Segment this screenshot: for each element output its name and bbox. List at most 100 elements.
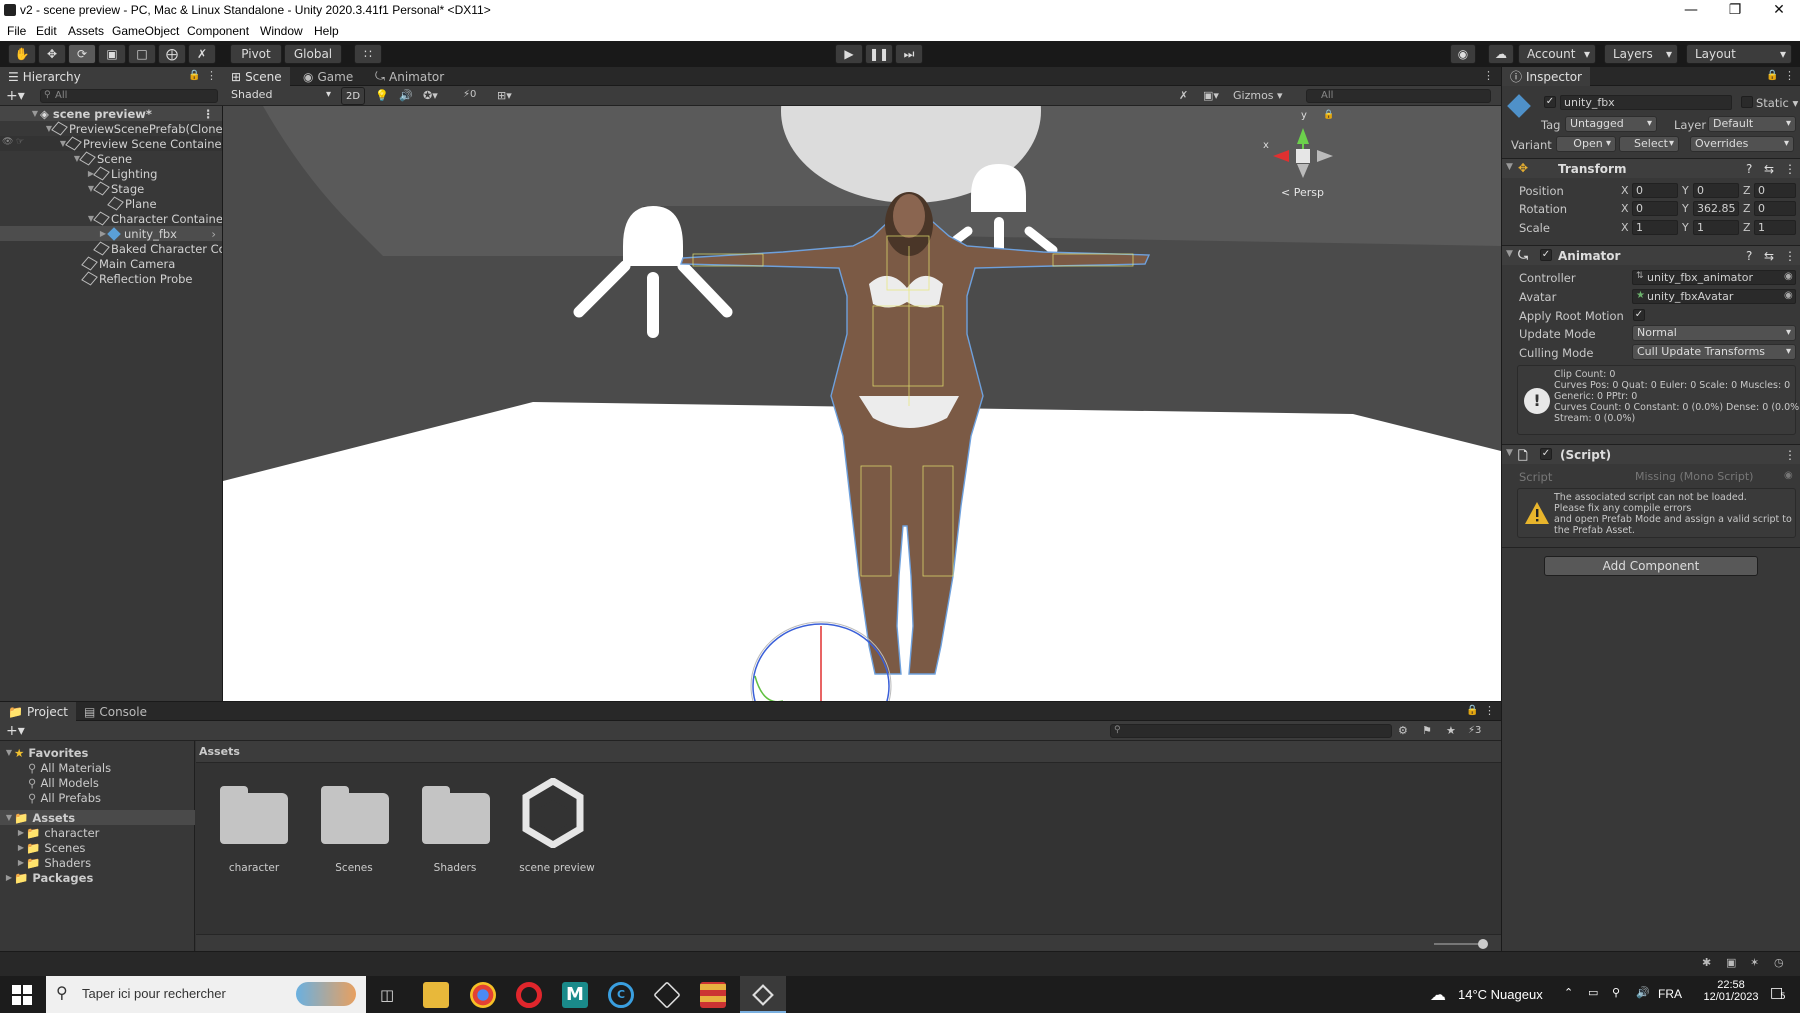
hand-tool-icon[interactable]: ✋	[8, 44, 36, 64]
menu-help[interactable]: Help	[314, 24, 339, 38]
kebab-menu-icon[interactable]: ⋮	[1784, 249, 1796, 263]
move-tool-icon[interactable]: ✥	[38, 44, 66, 64]
rect-tool-icon[interactable]: □	[128, 44, 156, 64]
kebab-menu-icon[interactable]: ⋮	[1784, 69, 1795, 82]
expand-arrow-icon[interactable]: ▼	[4, 748, 14, 757]
layers-dropdown[interactable]: Layers ▾	[1604, 44, 1678, 64]
expand-arrow-icon[interactable]: ▼	[1506, 448, 1513, 458]
unity-hub-icon[interactable]	[653, 981, 681, 1009]
collapse-arrow-icon[interactable]: ▶	[4, 873, 14, 882]
rotation-z-field[interactable]: 0	[1754, 201, 1796, 216]
active-checkbox[interactable]: ✓	[1544, 96, 1556, 108]
winrar-icon[interactable]	[700, 982, 726, 1008]
volume-icon[interactable]: 🔊	[1636, 986, 1650, 999]
scale-tool-icon[interactable]: ▣	[98, 44, 126, 64]
rotation-x-field[interactable]: 0	[1632, 201, 1678, 216]
chevron-right-icon[interactable]: ›	[211, 227, 216, 241]
hierarchy-row-prefab[interactable]: ▼ PreviewScenePrefab(Clone)	[0, 121, 222, 136]
hierarchy-search-input[interactable]: All	[40, 89, 218, 103]
lock-icon[interactable]: 🔒	[188, 70, 200, 81]
expand-arrow-icon[interactable]: ▼	[30, 109, 40, 118]
asset-folder-shaders[interactable]	[422, 786, 490, 844]
icon-size-slider-handle[interactable]	[1478, 939, 1488, 949]
collapse-arrow-icon[interactable]: ▶	[16, 828, 26, 837]
lock-icon[interactable]: 🔒	[1466, 705, 1478, 716]
hierarchy-row-reflection-probe[interactable]: Reflection Probe	[0, 271, 222, 286]
hierarchy-row-baked-character[interactable]: Baked Character Co	[0, 241, 222, 256]
hierarchy-row-stage[interactable]: ▼ Stage	[0, 181, 222, 196]
hierarchy-row-unity-fbx[interactable]: ▶ unity_fbx ›	[0, 226, 222, 241]
file-explorer-icon[interactable]	[423, 982, 449, 1008]
custom-tool-icon[interactable]: ✗	[188, 44, 216, 64]
folder-row-character[interactable]: ▶ 📁 character	[16, 825, 99, 840]
tab-inspector[interactable]: ⓘ Inspector	[1502, 67, 1590, 86]
help-icon[interactable]: ?	[1746, 162, 1752, 176]
pickable-hand-icon[interactable]: ☞	[16, 137, 24, 147]
presets-icon[interactable]: ⇆	[1764, 162, 1774, 176]
cloud-icon[interactable]: ☁	[1488, 44, 1514, 64]
search-by-label-icon[interactable]: ⚑	[1422, 724, 1432, 737]
position-x-field[interactable]: 0	[1632, 183, 1678, 198]
hierarchy-row-lighting[interactable]: ▶ Lighting	[0, 166, 222, 181]
project-search-input[interactable]	[1110, 724, 1392, 738]
grid-toggle-icon[interactable]: ⊞▾	[497, 89, 512, 102]
menu-file[interactable]: File	[7, 24, 26, 38]
taskbar-search-box[interactable]: ⚲ Taper ici pour rechercher	[46, 976, 366, 1013]
tab-animator[interactable]: ⤿ Animator	[367, 67, 452, 86]
avatar-field[interactable]: unity_fbxAvatar	[1632, 289, 1796, 304]
kebab-menu-icon[interactable]: ⋮	[1484, 704, 1495, 717]
clock[interactable]: 22:58 12/01/2023	[1700, 979, 1762, 1003]
battery-icon[interactable]: ▭	[1588, 986, 1598, 999]
hierarchy-row-main-camera[interactable]: Main Camera	[0, 256, 222, 271]
favorite-all-models[interactable]: ⚲ All Models	[28, 775, 99, 790]
tab-console[interactable]: ▤ Console	[76, 702, 155, 721]
asset-folder-character[interactable]	[220, 786, 288, 844]
tab-game[interactable]: ◉ Game	[295, 67, 361, 86]
rotation-y-field[interactable]: 362.85	[1693, 201, 1739, 216]
menu-gameobject[interactable]: GameObject	[112, 24, 179, 38]
help-icon[interactable]: ?	[1746, 249, 1752, 263]
auto-generate-lighting-icon[interactable]: ✶	[1750, 956, 1759, 969]
lock-icon[interactable]: 🔒	[1323, 110, 1334, 120]
transform-tool-icon[interactable]: ⨁	[158, 44, 186, 64]
update-mode-dropdown[interactable]: Normal	[1632, 325, 1796, 341]
scale-x-field[interactable]: 1	[1632, 220, 1678, 235]
favorite-star-icon[interactable]: ★	[1446, 724, 1456, 737]
task-view-icon[interactable]: ◫	[380, 986, 394, 1004]
animator-header[interactable]: ▼ ⤿ ✓ Animator ? ⇆ ⋮	[1502, 245, 1800, 265]
visibility-eye-icon[interactable]: 👁	[2, 137, 13, 147]
camera-icon[interactable]: ▣▾	[1203, 89, 1219, 102]
chevron-up-icon[interactable]: ⌃	[1564, 986, 1573, 999]
hierarchy-row-scene-object[interactable]: ▼ Scene	[0, 151, 222, 166]
unity-editor-taskbar-button[interactable]	[740, 976, 786, 1013]
tab-project[interactable]: 📁 Project	[0, 702, 77, 721]
folder-row-shaders[interactable]: ▶ 📁 Shaders	[16, 855, 91, 870]
culling-mode-dropdown[interactable]: Cull Update Transforms	[1632, 344, 1796, 360]
lighting-bulb-icon[interactable]: 💡	[375, 89, 389, 102]
windows-start-icon[interactable]	[12, 985, 32, 1005]
tools-icon[interactable]: ✗	[1179, 89, 1188, 102]
scene-viewport[interactable]: y x 🔒 < Persp	[223, 106, 1501, 701]
toggle-2d-button[interactable]: 2D	[341, 87, 365, 105]
weather-text[interactable]: 14°C Nuageux	[1458, 987, 1543, 1002]
kebab-menu-icon[interactable]: ⋮	[203, 107, 215, 121]
create-plus-icon[interactable]: +▾	[6, 88, 25, 104]
asset-folder-scenes[interactable]	[321, 786, 389, 844]
rotate-tool-icon[interactable]: ⟳	[68, 44, 96, 64]
overrides-dropdown[interactable]: Overrides	[1690, 136, 1794, 152]
script-header[interactable]: ▼ 🗋 ✓ (Script) ⋮	[1502, 444, 1800, 464]
assets-root-row[interactable]: ▼ 📁 Assets	[0, 810, 195, 825]
cache-server-icon[interactable]: ▣	[1726, 956, 1736, 969]
kebab-menu-icon[interactable]: ⋮	[1784, 162, 1796, 176]
scale-z-field[interactable]: 1	[1754, 220, 1796, 235]
object-picker-icon[interactable]: ◉	[1784, 290, 1793, 301]
step-button[interactable]: ⏭	[895, 44, 923, 64]
lock-icon[interactable]: 🔒	[1766, 70, 1778, 81]
script-enabled-checkbox[interactable]: ✓	[1540, 448, 1552, 460]
presets-icon[interactable]: ⇆	[1764, 249, 1774, 263]
controller-field[interactable]: unity_fbx_animator	[1632, 270, 1796, 285]
favorite-all-materials[interactable]: ⚲ All Materials	[28, 760, 111, 775]
progress-icon[interactable]: ◷	[1774, 956, 1784, 969]
close-icon[interactable]: ✕	[1756, 0, 1800, 21]
create-plus-icon[interactable]: +▾	[6, 723, 25, 739]
